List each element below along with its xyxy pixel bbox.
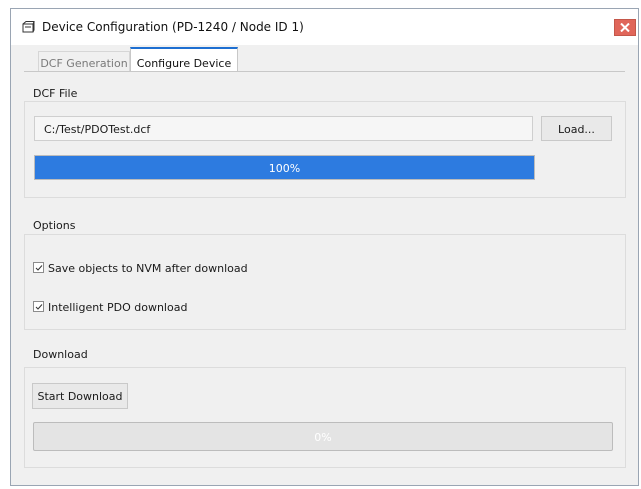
intelligent-pdo-checkbox[interactable] <box>33 301 44 312</box>
tab-configure-device[interactable]: Configure Device <box>130 47 238 73</box>
device-icon <box>22 21 35 33</box>
close-icon <box>620 23 630 32</box>
tab-dcf-generation[interactable]: DCF Generation <box>38 51 130 72</box>
options-section-label: Options <box>33 219 76 232</box>
window-title: Device Configuration (PD-1240 / Node ID … <box>42 20 304 34</box>
options-group <box>24 234 626 330</box>
checkmark-icon <box>35 265 43 271</box>
title-bar: Device Configuration (PD-1240 / Node ID … <box>11 9 638 45</box>
intelligent-pdo-label: Intelligent PDO download <box>48 301 188 314</box>
dcf-path-field[interactable]: C:/Test/PDOTest.dcf <box>34 116 533 141</box>
close-button[interactable] <box>614 19 636 36</box>
download-section-label: Download <box>33 348 88 361</box>
dcf-file-section-label: DCF File <box>33 87 78 100</box>
download-progress-bar: 0% <box>33 422 613 451</box>
save-nvm-checkbox[interactable] <box>33 262 44 273</box>
checkmark-icon <box>35 304 43 310</box>
save-nvm-label: Save objects to NVM after download <box>48 262 248 275</box>
start-download-button[interactable]: Start Download <box>32 383 128 409</box>
dcf-progress-bar: 100% <box>34 155 535 180</box>
load-button[interactable]: Load... <box>541 116 612 141</box>
download-progress-text: 0% <box>314 431 332 444</box>
dcf-progress-text: 100% <box>268 162 301 175</box>
